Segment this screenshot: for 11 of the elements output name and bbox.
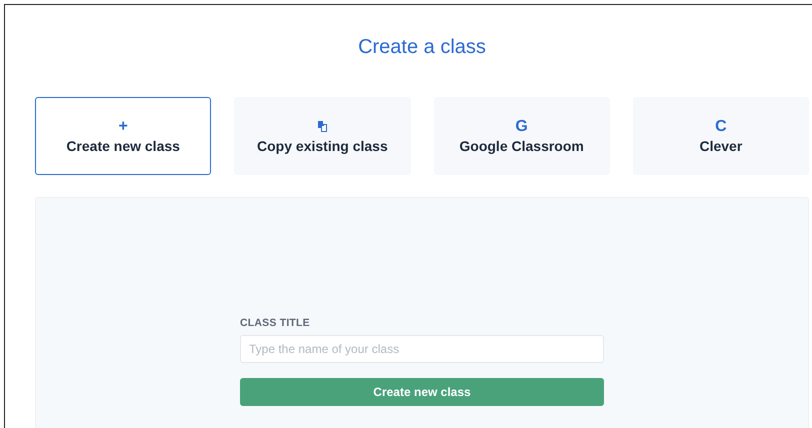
field-label: CLASS TITLE <box>240 317 311 329</box>
option-tab[interactable]: C Clever <box>632 97 809 175</box>
class-title-field[interactable]: Type the name of your class <box>240 335 604 363</box>
option-tab[interactable]: Copy existing class <box>234 97 410 175</box>
option-icon: C <box>715 118 727 134</box>
copy-icon <box>318 121 327 132</box>
option-tab[interactable]: G Google Classroom <box>434 97 610 175</box>
page-title: Create a class <box>357 35 487 57</box>
option-tab[interactable]: + Create new class <box>35 97 212 175</box>
option-icon: + <box>118 118 128 134</box>
option-icon: G <box>515 118 528 134</box>
